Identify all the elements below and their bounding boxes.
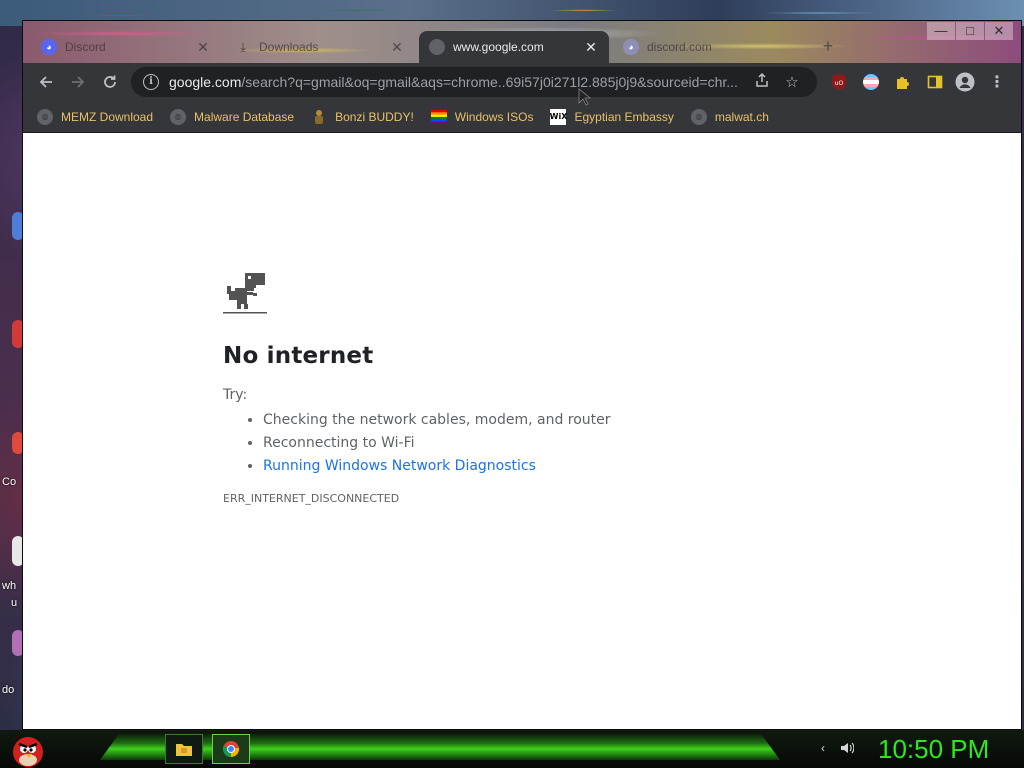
globe-icon: ◍	[170, 108, 187, 125]
error-code: ERR_INTERNET_DISCONNECTED	[223, 492, 400, 505]
arrow-right-icon	[72, 76, 85, 88]
bookmark-egyptian-embassy[interactable]: WiX Egyptian Embassy	[550, 108, 674, 125]
suggestion-item: Checking the network cables, modem, and …	[263, 409, 783, 432]
close-window-button[interactable]: ✕	[985, 22, 1013, 40]
profile-avatar-icon[interactable]	[955, 72, 975, 92]
taskbar	[0, 730, 1024, 768]
extensions-puzzle-icon[interactable]	[893, 72, 913, 92]
download-icon: ⤓	[240, 39, 246, 54]
bookmark-label: malwat.ch	[714, 109, 769, 124]
chrome-icon	[223, 741, 239, 757]
tab-title: discord.com	[647, 40, 712, 54]
side-panel-icon[interactable]	[925, 72, 945, 92]
tab-google[interactable]: www.google.com ✕	[419, 31, 609, 63]
tab-discord-com[interactable]: ◕ discord.com	[613, 31, 803, 63]
suggestion-list: Checking the network cables, modem, and …	[263, 409, 783, 478]
tab-discord[interactable]: ◕ Discord ✕	[31, 31, 221, 63]
desktop-label-u: u	[11, 597, 18, 609]
menu-kebab-icon[interactable]: ⋮	[987, 72, 1007, 92]
bookmark-label: Bonzi BUDDY!	[335, 109, 414, 124]
bookmark-memz-download[interactable]: ◍ MEMZ Download	[37, 108, 154, 125]
error-heading: No internet	[223, 343, 374, 369]
rainbow-flag-icon	[430, 109, 447, 125]
new-tab-button[interactable]: +	[817, 35, 839, 57]
url-host: google.com	[169, 74, 242, 90]
bookmark-windows-isos[interactable]: Windows ISOs	[430, 109, 534, 125]
angry-bird-icon	[13, 735, 43, 767]
suggestion-item: Reconnecting to Wi-Fi	[263, 432, 783, 455]
forward-button[interactable]	[62, 66, 94, 98]
bookmark-malwatch[interactable]: ◍ malwat.ch	[690, 108, 769, 125]
bookmark-label: Windows ISOs	[454, 109, 534, 124]
bookmark-star-icon[interactable]: ☆	[777, 73, 807, 91]
bonzi-icon	[311, 109, 327, 125]
wix-icon: WiX	[550, 108, 567, 125]
desktop-label-co: Co	[2, 476, 17, 488]
volume-icon[interactable]	[840, 741, 855, 755]
bookmark-label: Egyptian Embassy	[574, 109, 674, 124]
desktop-label-do: do	[2, 684, 15, 696]
try-label: Try:	[223, 387, 248, 403]
reload-button[interactable]	[94, 66, 126, 98]
globe-icon: ◍	[37, 108, 53, 125]
taskbar-clock[interactable]: 10:50 PM	[878, 733, 998, 765]
tab-title: www.google.com	[453, 40, 544, 54]
reload-icon	[104, 75, 116, 88]
tab-strip: ◕ Discord ✕ ⤓ Downloads ✕ www.google.com…	[23, 21, 1021, 63]
share-icon[interactable]	[747, 72, 777, 92]
bookmark-label: Malware Database	[194, 109, 295, 124]
url-path: /search?q=gmail&oq=gmail&aqs=chrome..69i…	[241, 74, 738, 90]
globe-icon: ◍	[690, 108, 707, 125]
tab-downloads[interactable]: ⤓ Downloads ✕	[225, 31, 415, 63]
discord-icon: ◕	[623, 39, 639, 55]
browser-toolbar: i google.com/search?q=gmail&oq=gmail&aqs…	[23, 63, 1021, 101]
tab-title: Downloads	[259, 40, 319, 54]
bookmarks-bar: ◍ MEMZ Download ◍ Malware Database Bonzi…	[23, 101, 1021, 133]
page-content: No internet Try: Checking the network ca…	[23, 133, 1021, 729]
tab-title: Discord	[65, 40, 106, 54]
address-bar[interactable]: i google.com/search?q=gmail&oq=gmail&aqs…	[131, 67, 817, 97]
offline-dino-icon[interactable]	[223, 271, 267, 315]
browser-window: ◕ Discord ✕ ⤓ Downloads ✕ www.google.com…	[22, 20, 1022, 730]
discord-icon: ◕	[41, 39, 57, 55]
close-icon[interactable]: ✕	[195, 39, 211, 56]
globe-icon	[429, 39, 445, 55]
maximize-button[interactable]: □	[956, 22, 984, 40]
desktop-label-wh: wh	[2, 580, 17, 592]
suggestion-item: Running Windows Network Diagnostics	[263, 455, 783, 478]
bookmark-label: MEMZ Download	[61, 109, 154, 124]
tray-chevron-icon[interactable]: ‹	[816, 741, 830, 755]
error-container: No internet Try: Checking the network ca…	[223, 271, 783, 505]
trans-flag-extension-icon[interactable]	[861, 72, 881, 92]
ublock-icon[interactable]: uO	[829, 72, 849, 92]
mouse-cursor-icon	[578, 88, 592, 106]
minimize-button[interactable]: —	[927, 22, 955, 40]
url-text[interactable]: google.com/search?q=gmail&oq=gmail&aqs=c…	[169, 74, 747, 90]
site-info-icon[interactable]: i	[143, 74, 159, 90]
taskbar-chrome[interactable]	[212, 734, 250, 764]
back-button[interactable]	[30, 66, 62, 98]
bookmark-bonzi-buddy[interactable]: Bonzi BUDDY!	[311, 109, 414, 125]
close-icon[interactable]: ✕	[389, 39, 405, 56]
network-diagnostics-link[interactable]: Running Windows Network Diagnostics	[263, 458, 536, 474]
svg-text:uO: uO	[835, 80, 844, 87]
bookmark-malware-database[interactable]: ◍ Malware Database	[170, 108, 295, 125]
file-explorer-icon	[176, 744, 192, 756]
arrow-left-icon	[39, 76, 52, 88]
start-button[interactable]	[8, 730, 48, 768]
close-icon[interactable]: ✕	[583, 39, 599, 56]
taskbar-file-explorer[interactable]	[165, 734, 203, 764]
